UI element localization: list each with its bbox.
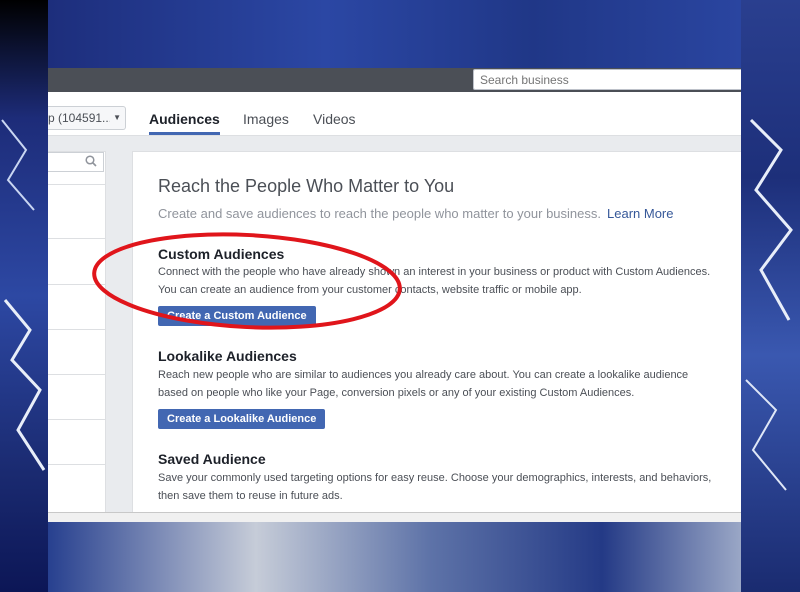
tab-images[interactable]: Images [243,92,289,135]
list-item[interactable] [48,329,105,374]
list-item[interactable] [48,184,105,229]
status-bar [48,512,741,522]
tab-bar: p (104591... ▼ Audiences Images Videos [48,92,741,136]
search-business-input[interactable] [473,69,741,90]
list-item[interactable] [48,284,105,329]
create-lookalike-audience-button[interactable]: Create a Lookalike Audience [158,409,326,429]
list-item[interactable] [48,238,105,283]
desktop-background-right [741,0,800,592]
account-selector[interactable]: p (104591... ▼ [48,106,126,130]
search-icon [85,155,97,167]
lead-description: Create and save audiences to reach the p… [158,206,601,221]
lead-text: Create and save audiences to reach the p… [158,206,673,221]
top-bar [48,68,741,92]
page-title: Reach the People Who Matter to You [158,176,455,196]
tab-videos[interactable]: Videos [313,92,356,135]
browser-window: p (104591... ▼ Audiences Images Videos R… [48,68,741,522]
left-panel [48,151,106,513]
left-search-box[interactable] [48,152,104,172]
tab-audiences[interactable]: Audiences [149,92,220,135]
lookalike-audiences-text-2: based on people who like your Page, conv… [158,387,635,399]
audiences-card: Reach the People Who Matter to You Creat… [132,151,741,522]
custom-audiences-title: Custom Audiences [158,246,285,262]
lookalike-audiences-title: Lookalike Audiences [158,348,297,364]
list-item[interactable] [48,464,105,509]
saved-audience-text-2: then save them to reuse in future ads. [158,490,343,502]
create-custom-audience-button[interactable]: Create a Custom Audience [158,306,316,326]
custom-audiences-text-2: You can create an audience from your cus… [158,284,582,296]
desktop-background-left [0,0,48,592]
desktop-background-top [48,0,741,68]
saved-audience-title: Saved Audience [158,451,266,467]
desktop-background-bottom [48,522,741,592]
lookalike-audiences-text-1: Reach new people who are similar to audi… [158,369,689,381]
learn-more-link[interactable]: Learn More [607,206,673,221]
custom-audiences-text-1: Connect with the people who have already… [158,266,711,278]
saved-audience-text-1: Save your commonly used targeting option… [158,472,712,484]
list-item[interactable] [48,374,105,419]
account-selector-label: p (104591... [48,111,110,125]
chevron-down-icon: ▼ [113,113,121,122]
list-item[interactable] [48,419,105,464]
